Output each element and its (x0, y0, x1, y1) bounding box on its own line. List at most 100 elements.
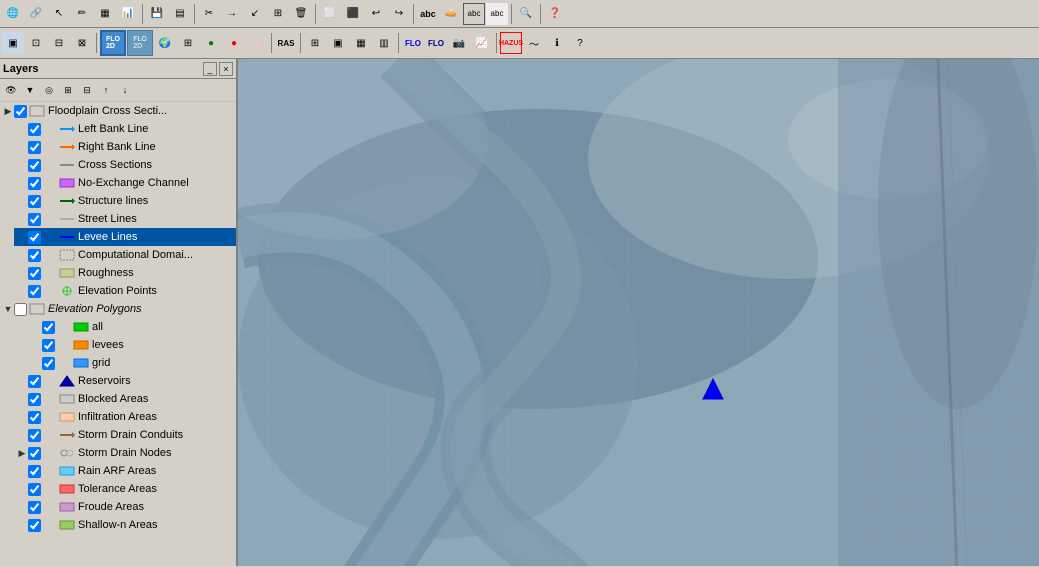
checkbox-comp-domain[interactable] (28, 249, 41, 262)
flo2d2-button[interactable]: FLO2D (127, 30, 153, 56)
layer-storm-drain-conduits[interactable]: Storm Drain Conduits (14, 426, 236, 444)
arrow-r-button[interactable]: → (221, 3, 243, 25)
layer-levee-lines[interactable]: Levee Lines (14, 228, 236, 246)
delete-button[interactable]: 🗑 (290, 3, 312, 25)
layer-right-bank[interactable]: Right Bank Line (14, 138, 236, 156)
undo-button[interactable]: ↩ (365, 3, 387, 25)
layer-no-exchange[interactable]: No-Exchange Channel (14, 174, 236, 192)
select-button[interactable]: ⊞ (267, 3, 289, 25)
table2-button[interactable]: ▣ (327, 32, 349, 54)
layer-street-lines[interactable]: Street Lines (14, 210, 236, 228)
camera-button[interactable]: 📷 (448, 32, 470, 54)
checkbox-shallow-n[interactable] (28, 519, 41, 532)
globe-button[interactable]: 🌐 (2, 3, 24, 25)
checkbox-right-bank[interactable] (28, 141, 41, 154)
checkbox-left-bank[interactable] (28, 123, 41, 136)
table3-button[interactable]: ▦ (350, 32, 372, 54)
map-area[interactable] (238, 59, 1039, 566)
label2-button[interactable]: abc (463, 3, 485, 25)
layer-roughness[interactable]: Roughness (14, 264, 236, 282)
memory-button[interactable]: ▦ (94, 3, 116, 25)
checkbox-storm-drain-conduits[interactable] (28, 429, 41, 442)
copy-button[interactable]: ⬜ (319, 3, 341, 25)
label-button[interactable]: abc (417, 3, 439, 25)
layers-minimize-button[interactable]: _ (203, 62, 217, 76)
layer-froude[interactable]: Froude Areas (14, 498, 236, 516)
layer-reservoirs[interactable]: Reservoirs (14, 372, 236, 390)
checkbox-elev-levees[interactable] (42, 339, 55, 352)
paste-button[interactable]: ⬛ (342, 3, 364, 25)
checkbox-no-exchange[interactable] (28, 177, 41, 190)
expand-floodplain[interactable]: ▶ (2, 105, 14, 117)
checkbox-elev-polygons[interactable] (14, 303, 27, 316)
checkbox-floodplain[interactable] (14, 105, 27, 118)
wave-button[interactable]: 〜 (523, 32, 545, 54)
move-up-button[interactable]: ↑ (97, 81, 115, 99)
layer-elev-all[interactable]: all (28, 318, 236, 336)
layer-tolerance[interactable]: Tolerance Areas (14, 480, 236, 498)
select1-button[interactable]: ▣ (2, 32, 24, 54)
select-visible-button[interactable]: ◎ (40, 81, 58, 99)
layer-left-bank[interactable]: Left Bank Line (14, 120, 236, 138)
flo2d-main-button[interactable]: FLO2D (100, 30, 126, 56)
checkbox-infiltration[interactable] (28, 411, 41, 424)
table4-button[interactable]: ▥ (373, 32, 395, 54)
link-button[interactable]: 🔗 (25, 3, 47, 25)
checkbox-reservoirs[interactable] (28, 375, 41, 388)
layer-floodplain[interactable]: ▶ Floodplain Cross Secti... (0, 102, 236, 120)
layer-comp-domain[interactable]: Computational Domai... (14, 246, 236, 264)
select4-button[interactable]: ⊠ (71, 32, 93, 54)
ras-button[interactable]: RAS (275, 32, 297, 54)
layer-infiltration[interactable]: Infiltration Areas (14, 408, 236, 426)
layer-rain-arf[interactable]: Rain ARF Areas (14, 462, 236, 480)
scissors-button[interactable]: ✂ (198, 3, 220, 25)
layers-button[interactable]: ▤ (169, 3, 191, 25)
layer-blocked-areas[interactable]: Blocked Areas (14, 390, 236, 408)
arrow-d-button[interactable]: ↙ (244, 3, 266, 25)
pencil-button[interactable]: ✏ (71, 3, 93, 25)
flo-a-button[interactable]: FLO (402, 32, 424, 54)
expand-elev-polygons[interactable]: ▼ (2, 303, 14, 315)
select3-button[interactable]: ⊟ (48, 32, 70, 54)
checkbox-froude[interactable] (28, 501, 41, 514)
grid-button[interactable]: ⊞ (177, 32, 199, 54)
checkbox-roughness[interactable] (28, 267, 41, 280)
chart-b-button[interactable]: 📈 (471, 32, 493, 54)
checkbox-levee-lines[interactable] (28, 231, 41, 244)
checkbox-street-lines[interactable] (28, 213, 41, 226)
layer-structure-lines[interactable]: Structure lines (14, 192, 236, 210)
layer-elev-levees[interactable]: levees (28, 336, 236, 354)
filter-button[interactable]: ▼ (21, 81, 39, 99)
checkbox-elev-all[interactable] (42, 321, 55, 334)
checkbox-elev-grid[interactable] (42, 357, 55, 370)
layer-elevation-points[interactable]: Elevation Points (14, 282, 236, 300)
redo-button[interactable]: ↪ (388, 3, 410, 25)
label3-button[interactable]: abc (486, 3, 508, 25)
checkbox-tolerance[interactable] (28, 483, 41, 496)
eye-button[interactable]: 👁 (2, 81, 20, 99)
layer-elev-grid[interactable]: grid (28, 354, 236, 372)
collapse-button[interactable]: ⊟ (78, 81, 96, 99)
pie-button[interactable]: 🥧 (440, 3, 462, 25)
earth-button[interactable]: 🌍 (154, 32, 176, 54)
layer-storm-drain-nodes[interactable]: ▶ Storm Drain Nodes (14, 444, 236, 462)
table-button[interactable]: ⊞ (304, 32, 326, 54)
checkbox-structure-lines[interactable] (28, 195, 41, 208)
expand-storm-drain-nodes[interactable]: ▶ (16, 447, 28, 459)
layer-shallow-n[interactable]: Shallow-n Areas (14, 516, 236, 534)
cursor-button[interactable]: ↖ (48, 3, 70, 25)
save-button[interactable]: 💾 (146, 3, 168, 25)
green-circle-button[interactable]: ● (200, 32, 222, 54)
layer-cross-sections[interactable]: Cross Sections (14, 156, 236, 174)
move-down-button[interactable]: ↓ (116, 81, 134, 99)
select2-button[interactable]: ⊡ (25, 32, 47, 54)
flo-b-button[interactable]: FLO (425, 32, 447, 54)
chart-button[interactable]: 📊 (117, 3, 139, 25)
zoom-button[interactable]: 🔍 (515, 3, 537, 25)
pink-button[interactable]: ▲ (246, 32, 268, 54)
layers-close-button[interactable]: × (219, 62, 233, 76)
checkbox-rain-arf[interactable] (28, 465, 41, 478)
expand-button[interactable]: ⊞ (59, 81, 77, 99)
checkbox-elevation-points[interactable] (28, 285, 41, 298)
red-circle-button[interactable]: ● (223, 32, 245, 54)
